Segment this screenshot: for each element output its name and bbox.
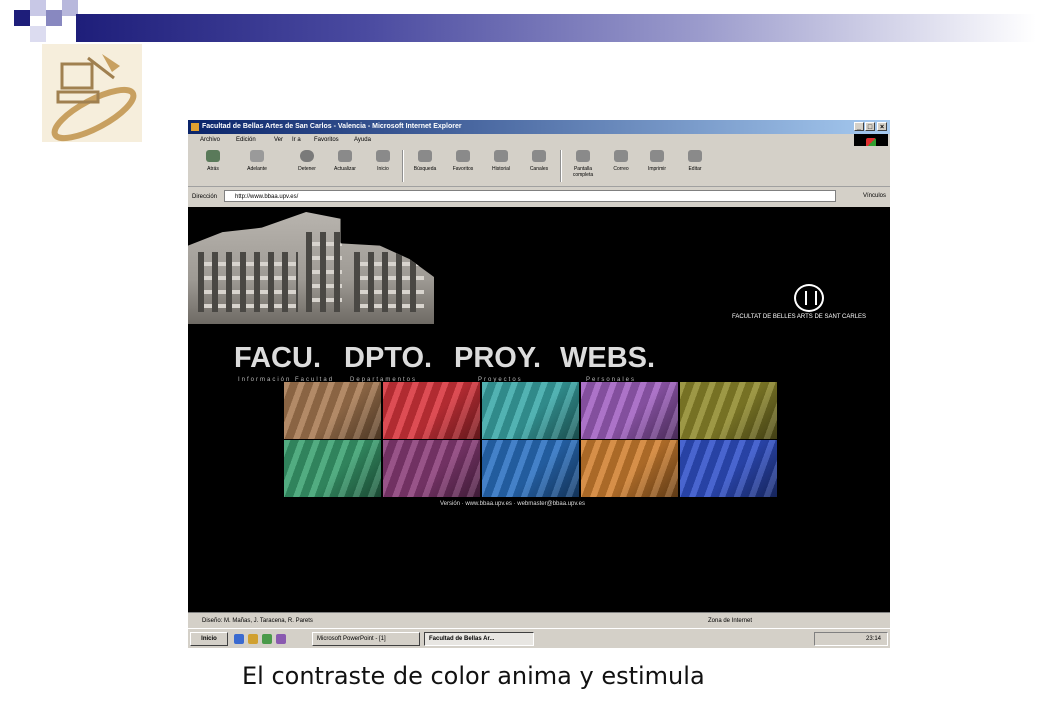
nav-dpto[interactable]: DPTO.: [344, 344, 432, 373]
faculty-emblem-icon: [794, 284, 824, 312]
mosaic-tile[interactable]: [383, 382, 480, 439]
search-icon: [418, 150, 432, 162]
address-input[interactable]: http://www.bbaa.upv.es/: [224, 190, 836, 202]
mosaic-tile[interactable]: [581, 382, 678, 439]
forward-arrow-icon: [250, 150, 264, 162]
quicklaunch-desktop-icon[interactable]: [262, 634, 272, 644]
stop-icon: [300, 150, 314, 162]
status-bar: Diseño: M. Mañas, J. Taracena, R. Parets…: [188, 612, 890, 629]
deco-square-pale: [30, 26, 46, 42]
browser-toolbar: Atrás Adelante Detener Actualizar Inicio…: [188, 146, 890, 187]
status-text: Diseño: M. Mañas, J. Taracena, R. Parets: [202, 618, 313, 624]
taskbar-clock: 23:14: [865, 636, 881, 642]
mosaic-tile[interactable]: [284, 382, 381, 439]
deco-square-mid: [46, 10, 62, 26]
window-title: Facultad de Bellas Artes de San Carlos -…: [202, 123, 462, 130]
history-button[interactable]: Historial: [484, 150, 518, 184]
refresh-button[interactable]: Actualizar: [328, 150, 362, 184]
nav-facu[interactable]: FACU.: [234, 344, 321, 373]
favorites-button[interactable]: Favoritos: [446, 150, 480, 184]
faculty-name: FACULTAT DE BELLES ARTS DE SANT CARLES: [732, 314, 867, 320]
home-button[interactable]: Inicio: [366, 150, 400, 184]
quicklaunch-outlook-icon[interactable]: [248, 634, 258, 644]
mosaic-tile[interactable]: [482, 382, 579, 439]
print-button[interactable]: Imprimir: [640, 150, 674, 184]
task-powerpoint[interactable]: Microsoft PowerPoint - [1]: [312, 632, 420, 646]
refresh-icon: [338, 150, 352, 162]
browser-screenshot: Facultad de Bellas Artes de San Carlos -…: [188, 120, 890, 648]
windows-taskbar: Inicio Microsoft PowerPoint - [1] Facult…: [188, 628, 890, 648]
menu-ver[interactable]: Ver: [274, 137, 283, 143]
forward-button[interactable]: Adelante: [240, 150, 274, 184]
address-label: Dirección: [192, 194, 218, 200]
home-icon: [376, 150, 390, 162]
menu-bar: Archivo Edición Ver Ir a Favoritos Ayuda: [188, 134, 890, 146]
close-button[interactable]: ×: [877, 122, 887, 131]
slide-header-bar: [76, 14, 1036, 42]
slide-caption: El contraste de color anima y estimula: [242, 662, 705, 690]
fullscreen-button[interactable]: Pantalla completa: [566, 150, 600, 184]
address-bar: Dirección http://www.bbaa.upv.es/ Víncul…: [188, 187, 890, 207]
search-button[interactable]: Búsqueda: [408, 150, 442, 184]
mosaic-tile[interactable]: [383, 440, 480, 497]
edit-button[interactable]: Editar: [678, 150, 712, 184]
mosaic-tile[interactable]: [680, 382, 777, 439]
nav-webs[interactable]: WEBS.: [560, 344, 655, 373]
mosaic-tile[interactable]: [680, 440, 777, 497]
history-icon: [494, 150, 508, 162]
quicklaunch-channels-icon[interactable]: [276, 634, 286, 644]
toolbar-separator: [402, 150, 404, 182]
menu-favoritos[interactable]: Favoritos: [314, 137, 339, 143]
back-button[interactable]: Atrás: [196, 150, 230, 184]
nav-proy[interactable]: PROY.: [454, 344, 541, 373]
deco-square-light: [30, 0, 46, 16]
edit-icon: [688, 150, 702, 162]
mail-icon: [614, 150, 628, 162]
quicklaunch-ie-icon[interactable]: [234, 634, 244, 644]
ie-icon: [191, 123, 199, 131]
computer-art-logo-icon: [42, 44, 142, 142]
faculty-building-photo: [188, 212, 434, 324]
channels-button[interactable]: Canales: [522, 150, 556, 184]
window-titlebar: Facultad de Bellas Artes de San Carlos -…: [188, 120, 890, 134]
mosaic-tile[interactable]: [284, 440, 381, 497]
print-icon: [650, 150, 664, 162]
menu-ayuda[interactable]: Ayuda: [354, 137, 371, 143]
menu-ir[interactable]: Ir a: [292, 137, 301, 143]
toolbar-separator: [560, 150, 562, 182]
maximize-button[interactable]: □: [865, 122, 875, 131]
back-arrow-icon: [206, 150, 220, 162]
menu-archivo[interactable]: Archivo: [200, 137, 220, 143]
deco-square-dark: [14, 10, 30, 26]
task-browser[interactable]: Facultad de Bellas Ar...: [424, 632, 534, 646]
favorites-icon: [456, 150, 470, 162]
security-zone: Zona de Internet: [708, 618, 753, 624]
system-tray: 23:14: [814, 632, 888, 646]
channels-icon: [532, 150, 546, 162]
minimize-button[interactable]: _: [854, 122, 864, 131]
mail-button[interactable]: Correo: [604, 150, 638, 184]
start-button[interactable]: Inicio: [190, 632, 228, 646]
footer-links[interactable]: Versión · www.bbaa.upv.es · webmaster@bb…: [440, 501, 585, 507]
web-page-content: FACULTAT DE BELLES ARTS DE SANT CARLES F…: [188, 208, 890, 612]
mosaic-tile[interactable]: [482, 440, 579, 497]
mosaic-tile[interactable]: [581, 440, 678, 497]
menu-edicion[interactable]: Edición: [236, 137, 256, 143]
fullscreen-icon: [576, 150, 590, 162]
links-label[interactable]: Vínculos: [863, 193, 886, 199]
stop-button[interactable]: Detener: [290, 150, 324, 184]
